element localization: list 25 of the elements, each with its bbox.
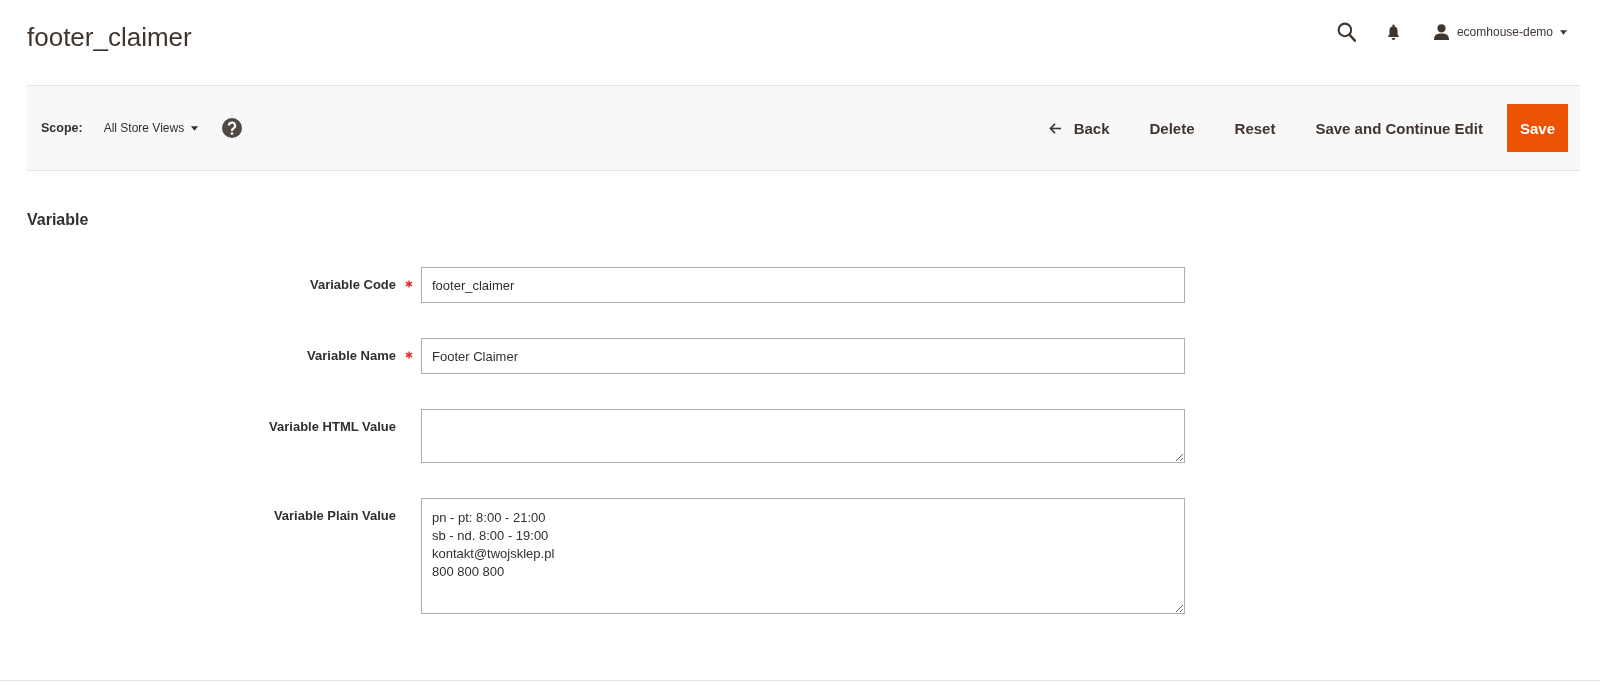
scope-dropdown[interactable]: All Store Views — [103, 121, 199, 135]
user-icon — [1433, 24, 1449, 40]
text-input-field[interactable]: Footer Claimer — [421, 338, 1185, 374]
textarea-field[interactable] — [421, 409, 1185, 463]
field-label: Variable HTML Value — [269, 418, 396, 436]
field-label: Variable Name — [307, 347, 396, 365]
toolbar-button[interactable]: Delete — [1129, 104, 1215, 152]
save-button[interactable]: Save — [1506, 104, 1568, 152]
search-icon[interactable] — [1336, 22, 1356, 42]
help-icon[interactable] — [222, 118, 243, 138]
section-title: Variable — [27, 210, 89, 230]
scope-label: Scope: — [41, 121, 83, 135]
toolbar-button[interactable]: Reset — [1214, 104, 1296, 152]
back-button[interactable]: Back — [1028, 104, 1130, 152]
left-arrow-icon — [1048, 122, 1062, 134]
notifications-bell-icon[interactable] — [1386, 23, 1400, 41]
textarea-field[interactable]: pn - pt: 8:00 - 21:00 sb - nd. 8:00 - 19:00 kontakt@twojsklep.pl 800 800 800 — [421, 498, 1185, 614]
user-menu-button[interactable]: ecomhouse-demo — [1433, 24, 1567, 40]
page-title: footer_claimer — [27, 21, 192, 54]
text-input-field[interactable]: footer_claimer — [421, 267, 1185, 303]
field-label: Variable Code — [310, 276, 396, 294]
caret-icon — [191, 125, 199, 131]
caret-icon — [1560, 29, 1567, 35]
toolbar-button[interactable]: Save and Continue Edit — [1295, 104, 1503, 152]
field-label: Variable Plain Value — [273, 507, 396, 525]
